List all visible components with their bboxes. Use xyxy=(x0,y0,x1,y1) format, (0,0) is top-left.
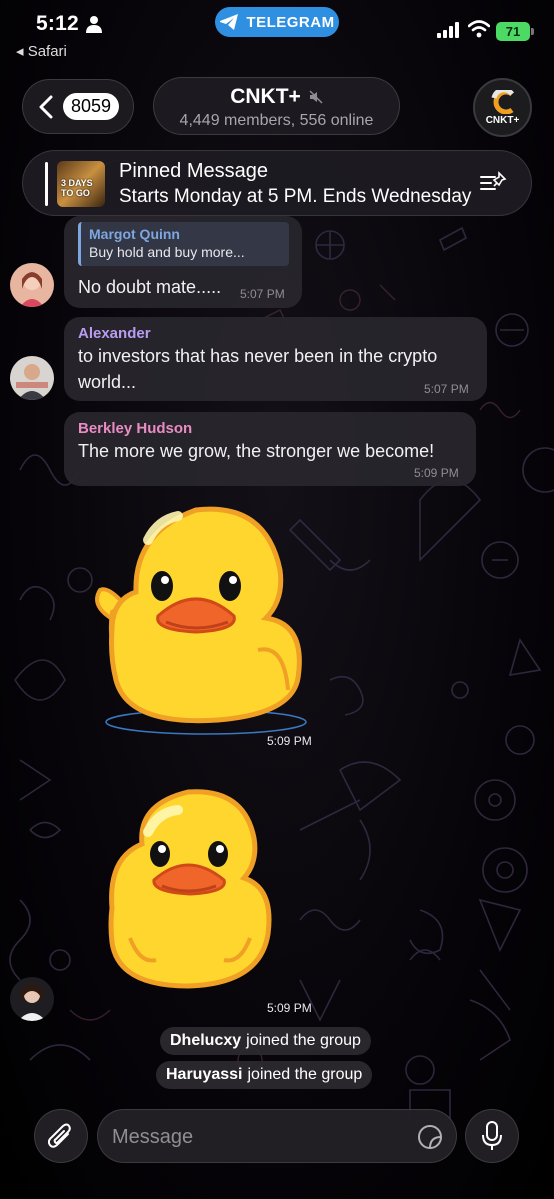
message-time: 5:07 PM xyxy=(240,287,285,301)
duck-sticker-icon[interactable] xyxy=(100,788,280,998)
message-time: 5:07 PM xyxy=(424,382,469,396)
channel-avatar[interactable]: CNKT+ xyxy=(473,78,532,137)
cnkt-logo-icon xyxy=(491,89,514,114)
back-triangle-icon: ◂ xyxy=(16,43,24,60)
sticker-time: 5:09 PM xyxy=(267,734,312,748)
unread-count-badge: 8059 xyxy=(63,93,120,120)
voice-record-button[interactable] xyxy=(465,1109,519,1163)
service-user-name[interactable]: Dhelucxy xyxy=(170,1032,241,1050)
pinned-message-bar[interactable]: 3 DAYS TO GO Pinned Message Starts Monda… xyxy=(22,150,532,216)
person-icon xyxy=(86,16,102,33)
message-sender: Berkley Hudson xyxy=(78,420,193,437)
cellular-signal-icon xyxy=(437,22,459,38)
back-button[interactable]: 8059 xyxy=(22,79,134,134)
message-time: 5:09 PM xyxy=(414,466,459,480)
message-bubble[interactable]: Berkley Hudson The more we grow, the str… xyxy=(64,412,476,486)
status-bar: 5:12 ◂ Safari TELEGRAM 71 xyxy=(0,0,554,62)
channel-avatar-label: CNKT+ xyxy=(485,114,520,126)
reply-sender: Margot Quinn xyxy=(89,226,180,242)
service-user-name[interactable]: Haruyassi xyxy=(166,1066,243,1084)
chevron-left-icon xyxy=(39,95,53,118)
wifi-icon xyxy=(468,20,490,38)
muted-speaker-icon xyxy=(309,90,323,104)
user-avatar[interactable] xyxy=(10,977,54,1021)
service-message: Haruyassi joined the group xyxy=(156,1061,373,1089)
reply-quote[interactable]: Margot Quinn Buy hold and buy more... xyxy=(78,222,289,266)
reply-text: Buy hold and buy more... xyxy=(89,244,245,260)
message-text-line: world... xyxy=(78,372,137,392)
back-to-app-link[interactable]: ◂ Safari xyxy=(16,42,67,60)
chat-title: CNKT+ xyxy=(230,85,301,108)
pinned-thumbnail-text: 3 DAYS TO GO xyxy=(61,178,93,198)
chat-member-count: 4,449 members, 556 online xyxy=(179,112,374,129)
message-sender: Alexander xyxy=(78,325,151,342)
microphone-icon xyxy=(482,1121,502,1150)
pinned-thumbnail: 3 DAYS TO GO xyxy=(57,161,105,207)
battery-level: 71 xyxy=(505,24,521,39)
pinned-title: Pinned Message xyxy=(119,160,268,182)
message-input[interactable] xyxy=(112,1122,402,1152)
user-avatar[interactable] xyxy=(10,356,54,400)
telegram-icon xyxy=(220,14,239,30)
service-text: joined the group xyxy=(246,1032,361,1049)
sticker-time: 5:09 PM xyxy=(267,1001,312,1015)
pinned-text: Starts Monday at 5 PM. Ends Wednesday xyxy=(119,186,472,207)
status-time: 5:12 xyxy=(36,12,79,35)
pinned-indicator xyxy=(45,162,48,206)
notification-label: TELEGRAM xyxy=(246,13,335,31)
chat-title-pill[interactable]: CNKT+ 4,449 members, 556 online xyxy=(153,77,400,135)
battery-indicator: 71 xyxy=(496,22,534,41)
service-message: Dhelucxy joined the group xyxy=(160,1027,371,1055)
user-avatar[interactable] xyxy=(10,263,54,307)
message-text-line: to investors that has never been in the … xyxy=(78,346,438,366)
sticker-icon[interactable] xyxy=(416,1123,444,1151)
message-text: No doubt mate..... xyxy=(78,277,222,297)
attach-button[interactable] xyxy=(34,1109,88,1163)
message-text: The more we grow, the stronger we become… xyxy=(78,441,435,461)
pinned-list-icon[interactable] xyxy=(479,171,507,195)
back-app-label: Safari xyxy=(27,43,67,60)
message-bubble[interactable]: Margot Quinn Buy hold and buy more... No… xyxy=(64,216,302,308)
waving-duck-sticker-icon[interactable] xyxy=(88,500,318,740)
paperclip-icon xyxy=(48,1123,71,1148)
message-bubble[interactable]: Alexander to investors that has never be… xyxy=(64,317,487,401)
telegram-notification-pill[interactable]: TELEGRAM xyxy=(215,7,339,37)
message-field[interactable] xyxy=(97,1109,457,1163)
service-text: joined the group xyxy=(247,1066,363,1083)
